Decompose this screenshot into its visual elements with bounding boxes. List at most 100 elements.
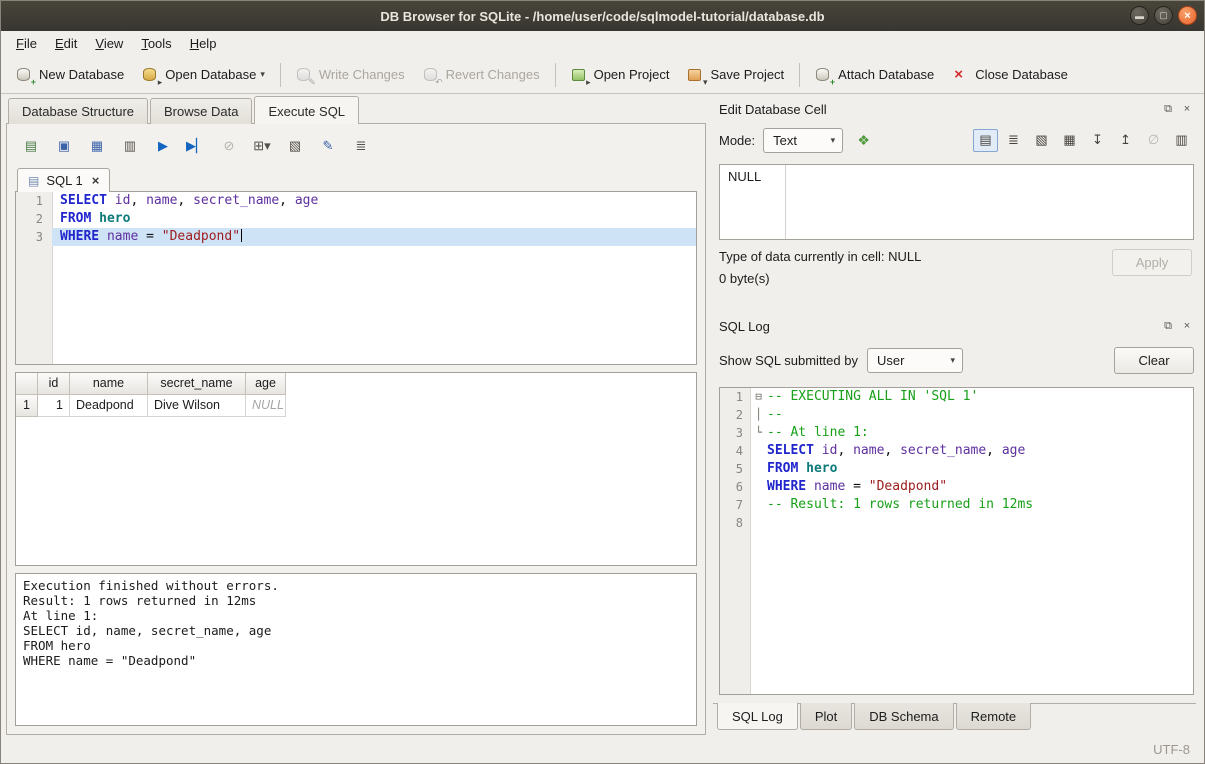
menu-edit[interactable]: Edit <box>46 32 86 55</box>
right-panel: Edit Database Cell ⧉× Mode: Text ▾ ❖ ▤≣▧… <box>713 94 1204 735</box>
sql-log-title: SQL Log <box>719 319 770 334</box>
open-database-button[interactable]: ▸Open Database▾ <box>133 62 274 88</box>
close-panel-button[interactable]: × <box>1180 102 1194 116</box>
cell-value: NULL <box>720 165 786 239</box>
float-panel-button[interactable]: ⧉ <box>1161 102 1175 116</box>
tab-sql-log[interactable]: SQL Log <box>717 703 798 730</box>
word-wrap-cell-button[interactable]: ≣ <box>1001 129 1026 152</box>
log-filter-select[interactable]: User ▾ <box>867 348 963 373</box>
db-write-icon: ✎ <box>296 67 313 83</box>
line-number: 3 <box>16 228 52 246</box>
db-new-icon: + <box>16 67 33 83</box>
minimize-button[interactable]: ▬ <box>1130 6 1149 25</box>
log-filter-value: User <box>877 353 904 368</box>
open-in-tab-button[interactable]: ▧ <box>281 134 309 158</box>
execute-line-button[interactable]: ▶▏ <box>182 134 210 158</box>
grid-corner <box>16 373 38 395</box>
clear-log-button[interactable]: Clear <box>1114 347 1194 374</box>
save-project-label: Save Project <box>710 67 784 82</box>
main-toolbar: +New Database▸Open Database▾ ✎ Write Chang… <box>1 56 1204 94</box>
write-changes-label: Write Changes <box>319 67 405 82</box>
chevron-down-icon: ▾ <box>823 135 836 146</box>
maximize-button[interactable]: ▢ <box>1154 6 1173 25</box>
import-cell-button[interactable]: ↧ <box>1085 129 1110 152</box>
new-database-button[interactable]: +New Database <box>7 62 133 88</box>
status-bar: UTF-8 <box>1 735 1204 763</box>
column-header-name[interactable]: name <box>70 373 148 395</box>
sql-editor[interactable]: 1SELECT id, name, secret_name, age2FROM … <box>15 191 697 365</box>
edit-cell-header: Edit Database Cell ⧉× <box>713 98 1196 120</box>
log-line-number: 1 <box>720 388 750 406</box>
fold-marker-icon[interactable]: ⊟ <box>750 388 767 406</box>
menu-view[interactable]: View <box>86 32 132 55</box>
close-window-button[interactable]: × <box>1178 6 1197 25</box>
open-file-cell-button[interactable]: ▧ <box>1029 129 1054 152</box>
title-bar[interactable]: DB Browser for SQLite - /home/user/code/… <box>1 1 1204 31</box>
project-open-icon: ▸ <box>571 67 588 83</box>
cell-id[interactable]: 1 <box>38 395 70 417</box>
tab-execute-sql[interactable]: Execute SQL <box>254 96 359 124</box>
tab-database-structure[interactable]: Database Structure <box>8 98 148 124</box>
tab-browse-data[interactable]: Browse Data <box>150 98 252 124</box>
attach-database-label: Attach Database <box>838 67 934 82</box>
window-controls: ▬ ▢ × <box>1130 6 1197 25</box>
cell-icon-group: ▤≣▧▦↧↥∅▥ <box>973 129 1194 152</box>
tab-plot[interactable]: Plot <box>800 703 852 730</box>
copy-cell-button[interactable]: ▦ <box>1057 129 1082 152</box>
save-sql-file-button[interactable]: ▣ <box>50 134 78 158</box>
print-button[interactable]: ▥ <box>116 134 144 158</box>
apply-button: Apply <box>1112 249 1192 276</box>
attach-database-button[interactable]: +Attach Database <box>806 62 943 88</box>
menu-file[interactable]: File <box>7 32 46 55</box>
bottom-tab-bar: SQL LogPlotDB SchemaRemote <box>713 703 1196 735</box>
sql-log-view[interactable]: 1⊟-- EXECUTING ALL IN 'SQL 1'2│--3└-- At… <box>719 387 1194 695</box>
export-cell-button[interactable]: ↥ <box>1113 129 1138 152</box>
column-header-age[interactable]: age <box>246 373 286 395</box>
message-line: SELECT id, name, secret_name, age <box>23 623 689 638</box>
cell-content-area[interactable] <box>786 165 1193 239</box>
auto-switch-mode-button[interactable]: ❖ <box>851 128 876 152</box>
tab-remote[interactable]: Remote <box>956 703 1032 730</box>
log-line-number: 3 <box>720 424 750 442</box>
cell-age[interactable]: NULL <box>246 395 286 417</box>
close-tab-icon[interactable]: × <box>92 173 100 188</box>
save-sql-as-button[interactable]: ▦ <box>83 134 111 158</box>
dropdown-arrow-icon: ▾ <box>260 69 265 80</box>
text-mode-button[interactable]: ▤ <box>973 129 998 152</box>
results-grid[interactable]: idnamesecret_nameage11DeadpondDive Wilso… <box>15 372 697 566</box>
close-panel-button[interactable]: × <box>1180 319 1194 333</box>
cell-secret_name[interactable]: Dive Wilson <box>148 395 246 417</box>
row-header-1[interactable]: 1 <box>16 395 38 417</box>
cell-name[interactable]: Deadpond <box>70 395 148 417</box>
project-save-icon: ▾ <box>687 67 704 83</box>
save-project-button[interactable]: ▾ Save Project <box>678 62 793 88</box>
panel-splitter[interactable] <box>706 94 713 735</box>
fold-column <box>750 478 767 496</box>
word-wrap-button[interactable]: ≣ <box>347 134 375 158</box>
close-database-button[interactable]: ×Close Database <box>943 62 1077 88</box>
stop-button: ⊘ <box>215 134 243 158</box>
line-number: 2 <box>16 210 52 228</box>
print-cell-button[interactable]: ▥ <box>1169 129 1194 152</box>
column-header-id[interactable]: id <box>38 373 70 395</box>
tab-sql-1[interactable]: ▤ SQL 1 × <box>17 168 110 192</box>
format-sql-button[interactable]: ✎ <box>314 134 342 158</box>
cell-value-editor[interactable]: NULL <box>719 164 1194 240</box>
log-filter-label: Show SQL submitted by <box>719 353 858 368</box>
encoding-label: UTF-8 <box>1153 742 1190 757</box>
column-header-secret_name[interactable]: secret_name <box>148 373 246 395</box>
menu-tools[interactable]: Tools <box>132 32 180 55</box>
fold-column <box>750 442 767 460</box>
sql-editor-line-1[interactable]: 1SELECT id, name, secret_name, age <box>16 192 696 210</box>
sql-editor-line-2[interactable]: 2FROM hero <box>16 210 696 228</box>
open-project-button[interactable]: ▸Open Project <box>562 62 679 88</box>
sql-editor-line-3[interactable]: 3WHERE name = "Deadpond" <box>16 228 696 246</box>
db-close-icon: × <box>952 67 969 83</box>
float-panel-button[interactable]: ⧉ <box>1161 319 1175 333</box>
tab-db-schema[interactable]: DB Schema <box>854 703 953 730</box>
menu-help[interactable]: Help <box>181 32 226 55</box>
new-tab-button[interactable]: ⊞▾ <box>248 134 276 158</box>
mode-select[interactable]: Text ▾ <box>763 128 843 153</box>
open-sql-file-button[interactable]: ▤ <box>17 134 45 158</box>
execute-all-button[interactable]: ▶ <box>149 134 177 158</box>
